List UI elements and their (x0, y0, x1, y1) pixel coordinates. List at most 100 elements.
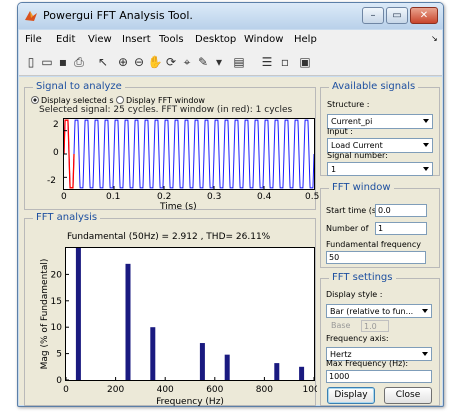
close-window-button[interactable]: ✕ (410, 7, 438, 24)
chevron-down-icon (423, 167, 429, 171)
insert-legend-icon[interactable]: ☰ (259, 54, 275, 70)
display-selected-signal-label: Display selected s (41, 96, 114, 105)
num-cycles-input[interactable]: 1 (375, 222, 427, 235)
input-value: Load Current (331, 141, 383, 150)
signal-axes[interactable] (63, 118, 315, 190)
structure-label: Structure : (327, 100, 370, 109)
fft-settings-panel: FFT settings Display style : Bar (relati… (320, 272, 440, 406)
zoom-in-icon[interactable]: ⊕ (115, 54, 131, 70)
available-signals-panel: Available signals Structure : Current_pi… (320, 81, 440, 176)
title-bar[interactable]: Powergui FFT Analysis Tool. – ▭ ✕ (18, 3, 443, 29)
menu-file[interactable]: File (25, 34, 42, 45)
menu-overflow-icon[interactable]: ↘ (431, 34, 438, 43)
fft-x-tick-label: 200 (107, 385, 124, 395)
signal-number-select[interactable]: 1 (327, 162, 433, 176)
fft-tool-window: Powergui FFT Analysis Tool. – ▭ ✕ File E… (17, 2, 444, 407)
radio-fft-dot (116, 96, 124, 104)
display-fft-window-radio[interactable]: Display FFT window (116, 96, 205, 105)
chevron-down-icon (422, 309, 428, 313)
fft-axis-ticks: 0510152002004006008001000Frequency (Hz)M… (40, 259, 317, 407)
fundamental-frequency-label: Fundamental frequency (326, 240, 421, 249)
display-style-select[interactable]: Bar (relative to fun... (326, 304, 432, 318)
frequency-axis-label: Frequency axis: (326, 334, 389, 343)
print-icon[interactable]: ⎙ (71, 54, 87, 70)
fft-analysis-panel: FFT analysis Fundamental (50Hz) = 2.912 … (24, 212, 317, 407)
signal-y-tick: 0 (53, 148, 59, 158)
signal-x-tick: 0.3 (207, 192, 222, 202)
display-button[interactable]: Display (327, 387, 375, 404)
fft-x-label: Frequency (Hz) (156, 397, 224, 407)
signal-x-label: Time (s) (160, 202, 197, 212)
fundamental-frequency-input[interactable]: 50 (326, 251, 426, 264)
close-button[interactable]: Close (384, 387, 432, 404)
signal-info-text: Selected signal: 25 cycles. FFT window (… (39, 105, 293, 115)
menu-edit[interactable]: Edit (56, 34, 75, 45)
menu-desktop[interactable]: Desktop (195, 34, 236, 45)
minimize-button[interactable]: – (362, 7, 384, 24)
signal-x-tick: 0.5 (305, 192, 320, 202)
signal-x-tick: 0.1 (106, 192, 121, 202)
fft-y-tick-label: 5 (56, 350, 62, 360)
toolbar: ▯ ▭ ▪ ⎙ ↖ ⊕ ⊖ ✋ ⟳ ⌖ ✎ ▾ ▤ ☰ ▫ ▣ (19, 50, 442, 76)
fft-x-tick-label: 1000 (303, 385, 317, 395)
fft-y-tick-label: 10 (51, 323, 63, 333)
fft-window-title: FFT window (329, 182, 394, 193)
display-selected-signal-radio[interactable]: Display selected s (31, 96, 114, 105)
maximize-button[interactable]: ▭ (386, 7, 408, 24)
fft-x-tick-label: 600 (206, 385, 223, 395)
start-time-input[interactable]: 0.0 (375, 204, 427, 217)
zoom-out-icon[interactable]: ⊖ (131, 54, 147, 70)
save-icon[interactable]: ▪ (55, 54, 71, 70)
open-folder-icon[interactable]: ▭ (39, 54, 55, 70)
display-style-value: Bar (relative to fun... (330, 307, 414, 316)
new-file-icon[interactable]: ▯ (23, 54, 39, 70)
display-fft-window-label: Display FFT window (126, 96, 205, 105)
matlab-logo-icon (25, 11, 37, 21)
signal-panel-title: Signal to analyze (33, 81, 125, 92)
menu-bar: File Edit View Insert Tools Desktop Wind… (19, 30, 442, 50)
signal-y-tick: 2 (53, 120, 59, 130)
signal-to-analyze-panel: Signal to analyze Display selected s Dis… (24, 81, 320, 212)
menu-window[interactable]: Window (244, 34, 283, 45)
chevron-down-icon (423, 119, 429, 123)
fft-window-panel: FFT window Start time (s 0.0 Number of 1… (320, 182, 440, 268)
signal-series-line (64, 119, 314, 189)
menu-view[interactable]: View (88, 34, 112, 45)
fft-x-tick-label: 0 (63, 385, 69, 395)
pointer-icon[interactable]: ↖ (95, 54, 111, 70)
menu-tools[interactable]: Tools (159, 34, 184, 45)
fft-x-tick-label: 400 (157, 385, 174, 395)
fft-x-tick-label: 800 (256, 385, 273, 395)
link-icon[interactable]: ▾ (211, 54, 227, 70)
signal-number-label: Signal number: (327, 151, 388, 160)
brush-icon[interactable]: ✎ (195, 54, 211, 70)
base-label: Base (331, 321, 351, 330)
menu-help[interactable]: Help (294, 34, 317, 45)
show-plot-tools-icon[interactable]: ▣ (297, 54, 313, 70)
base-input[interactable]: 1.0 (361, 320, 389, 332)
fft-y-label: Mag (% of Fundamental) (40, 259, 50, 370)
fft-y-tick-label: 0 (56, 376, 62, 386)
max-frequency-input[interactable]: 1000 (326, 370, 432, 383)
num-cycles-label: Number of (326, 224, 369, 233)
frequency-axis-value: Hertz (330, 350, 352, 359)
signal-plot (64, 119, 314, 189)
signal-number-value: 1 (331, 165, 337, 174)
signal-y-tick: -2 (47, 176, 56, 186)
fft-settings-title: FFT settings (329, 272, 396, 283)
display-style-label: Display style : (326, 290, 383, 299)
menu-insert[interactable]: Insert (122, 34, 151, 45)
pan-icon[interactable]: ✋ (147, 54, 163, 70)
start-time-label: Start time (s (326, 206, 376, 215)
hide-plot-tools-icon[interactable]: ▫ (277, 54, 293, 70)
data-cursor-icon[interactable]: ⌖ (179, 54, 195, 70)
fft-y-tick-label: 20 (51, 270, 63, 280)
radio-selected-dot (31, 96, 39, 104)
structure-value: Current_pi (331, 117, 373, 126)
available-signals-title: Available signals (329, 81, 419, 92)
insert-colorbar-icon[interactable]: ▤ (231, 54, 247, 70)
signal-x-tick: 0 (61, 192, 67, 202)
signal-x-tick: 0.4 (257, 192, 272, 202)
chevron-down-icon (422, 352, 428, 356)
rotate-icon[interactable]: ⟳ (163, 54, 179, 70)
